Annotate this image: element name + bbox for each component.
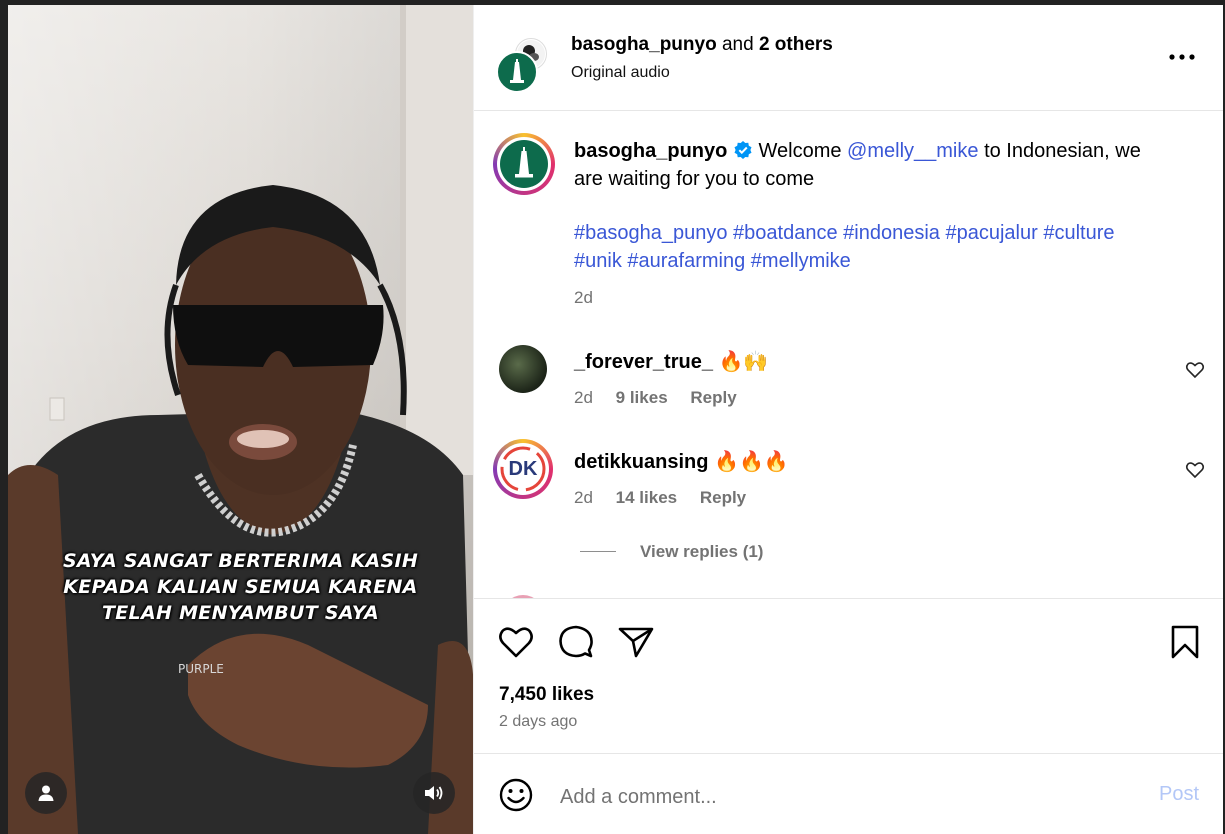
comment-reply-button[interactable]: Reply: [700, 488, 746, 507]
comment-time: 2d: [574, 388, 593, 407]
comment-likes[interactable]: 9 likes: [616, 388, 668, 407]
author-username-link[interactable]: basogha_punyo: [571, 34, 717, 55]
post-comment-button[interactable]: Post: [1159, 783, 1199, 806]
audio-link[interactable]: Original audio: [571, 64, 670, 82]
comment-meta: 2d 14 likes Reply: [574, 488, 746, 508]
caption-avatar: [500, 140, 548, 188]
comment-time: 2d: [574, 488, 593, 507]
post-date: 2 days ago: [499, 713, 578, 730]
speaker-icon: [425, 786, 443, 800]
caption-text: basogha_punyo Welcome @melly__mike to In…: [574, 137, 1164, 275]
caption-avatar-ring[interactable]: [493, 133, 555, 195]
likes-count[interactable]: 7,450 likes: [499, 684, 594, 706]
video-player[interactable]: PURPLE SAYA SANGAT BERTERIMA KASIH KEPAD…: [8, 5, 473, 834]
hashtag-link[interactable]: #basogha_punyo: [574, 222, 727, 244]
comment-avatar-ring[interactable]: DK: [493, 439, 553, 499]
dk-logo-text: DK: [508, 457, 538, 480]
tagged-users-button[interactable]: [25, 772, 67, 814]
hashtag-link[interactable]: #mellymike: [751, 250, 851, 272]
authors-joiner: and: [721, 34, 754, 55]
like-button[interactable]: [497, 623, 535, 661]
heart-outline-icon[interactable]: [1185, 460, 1205, 480]
monument-logo-icon: [510, 59, 524, 83]
emoji-button[interactable]: [499, 778, 533, 817]
share-button[interactable]: [617, 623, 655, 661]
post-details-panel: basogha_punyo and 2 others Original audi…: [473, 5, 1223, 834]
others-link[interactable]: 2 others: [759, 34, 833, 55]
comment-text: 🔥🔥🔥: [714, 451, 789, 473]
hashtag-link[interactable]: #indonesia: [843, 222, 940, 244]
author-avatar[interactable]: [496, 51, 538, 93]
hashtag-link[interactable]: #aurafarming: [627, 250, 745, 272]
save-button[interactable]: [1166, 623, 1204, 661]
replies-divider: [580, 551, 616, 552]
heart-outline-icon: [499, 627, 533, 658]
comment-text: 🔥🙌: [718, 351, 769, 373]
post-dialog: PURPLE SAYA SANGAT BERTERIMA KASIH KEPAD…: [8, 5, 1223, 834]
mention-link[interactable]: @melly__mike: [847, 140, 978, 162]
hashtag-link[interactable]: #culture: [1043, 222, 1114, 244]
hashtag-link[interactable]: #pacujalur: [945, 222, 1037, 244]
comment-meta: 2d 9 likes Reply: [574, 388, 737, 408]
comment-username-link[interactable]: _forever_true_: [574, 351, 713, 373]
comment-body: detikkuansing 🔥🔥🔥: [574, 449, 789, 474]
more-options-button[interactable]: [1164, 43, 1200, 71]
person-icon: [38, 785, 54, 801]
comment-username-link[interactable]: detikkuansing: [574, 451, 708, 473]
emoji-icon: [499, 778, 533, 812]
verified-badge-icon: [734, 141, 752, 159]
comment-avatar: DK: [497, 443, 549, 495]
comment-likes[interactable]: 14 likes: [616, 488, 677, 507]
shirt-print: PURPLE: [178, 662, 224, 676]
post-actions: 7,450 likes 2 days ago: [474, 598, 1223, 754]
hashtag-link[interactable]: #boatdance: [733, 222, 838, 244]
post-authors: basogha_punyo and 2 others: [571, 34, 833, 56]
caption-avatar-bg: [497, 137, 551, 191]
hashtag-list: #basogha_punyo #boatdance #indonesia #pa…: [574, 219, 1164, 275]
hashtag-link[interactable]: #unik: [574, 250, 622, 272]
heart-outline-icon[interactable]: [1185, 360, 1205, 380]
bookmark-icon: [1171, 625, 1199, 659]
view-replies-button[interactable]: View replies (1): [640, 542, 763, 562]
video-person: PURPLE: [8, 5, 473, 834]
comment-button[interactable]: [557, 623, 595, 661]
comment-input[interactable]: [558, 782, 1122, 812]
video-caption: SAYA SANGAT BERTERIMA KASIH KEPADA KALIA…: [28, 548, 453, 626]
caption-username-link[interactable]: basogha_punyo: [574, 140, 727, 162]
comment-avatar[interactable]: [499, 345, 547, 393]
sound-button[interactable]: [413, 772, 455, 814]
comments-list[interactable]: basogha_punyo Welcome @melly__mike to In…: [474, 111, 1223, 598]
post-header: basogha_punyo and 2 others Original audi…: [474, 5, 1223, 111]
more-horizontal-icon: [1169, 54, 1195, 60]
caption-line: SAYA SANGAT BERTERIMA KASIH: [62, 550, 419, 572]
paper-plane-icon: [618, 627, 654, 658]
comment-reply-button[interactable]: Reply: [690, 388, 736, 407]
caption-time: 2d: [574, 288, 593, 307]
monument-logo-icon: [515, 147, 533, 178]
comment-composer: Post: [474, 753, 1223, 834]
caption-line: TELAH MENYAMBUT SAYA: [102, 602, 379, 624]
caption-line: KEPADA KALIAN SEMUA KARENA: [63, 576, 418, 598]
caption-text-start: Welcome: [758, 140, 842, 162]
comment-bubble-icon: [559, 625, 593, 658]
comment-body: _forever_true_ 🔥🙌: [574, 349, 768, 374]
